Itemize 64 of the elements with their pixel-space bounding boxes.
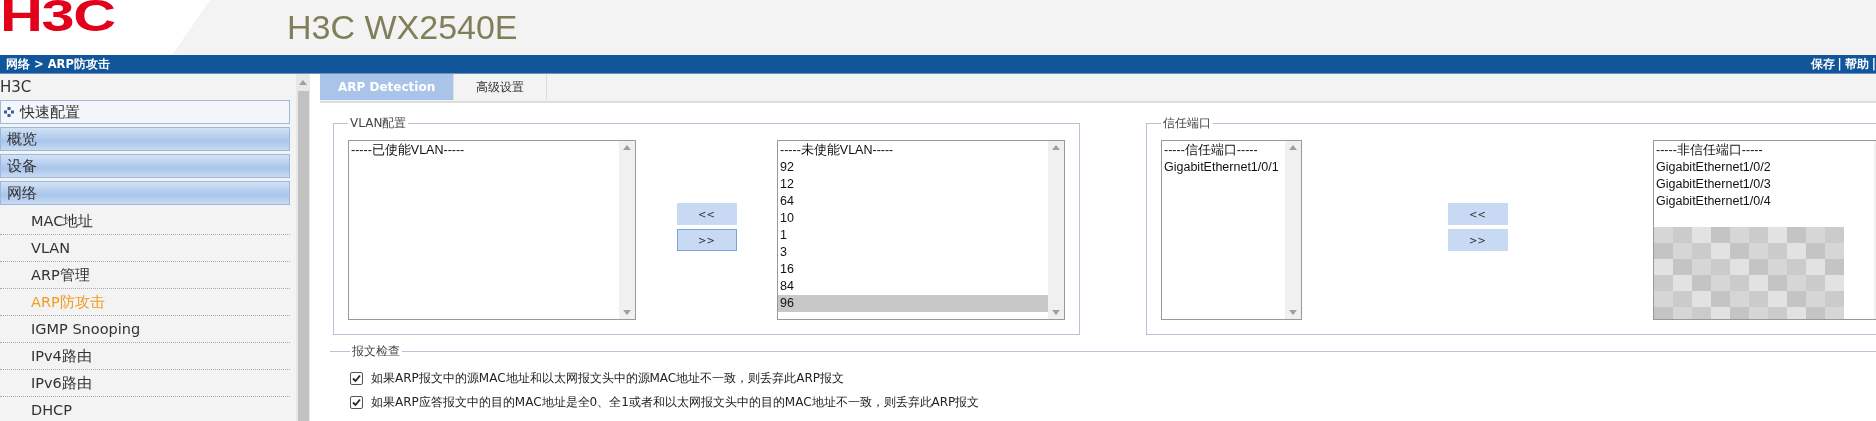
list-box[interactable]: -----信任端口----- GigabitEthernet1/0/1 xyxy=(1161,140,1302,320)
menu-item[interactable]: DHCP xyxy=(0,397,290,421)
nav-link[interactable]: 帮助 xyxy=(1844,56,1869,72)
move-button[interactable]: >> xyxy=(1447,229,1508,251)
panel-legend: 信任端口 xyxy=(1161,115,1213,132)
menu-group[interactable]: 概览 xyxy=(0,127,290,151)
menu-item[interactable]: IPv4路由 xyxy=(0,343,290,370)
scroll-up-icon[interactable] xyxy=(1289,145,1297,150)
list-box[interactable]: -----已使能VLAN----- xyxy=(348,140,636,320)
nav-link[interactable]: 保存 xyxy=(1810,56,1835,72)
menu-item[interactable]: IPv6路由 xyxy=(0,370,290,397)
logo: H3C xyxy=(0,0,115,38)
scroll-up-icon[interactable] xyxy=(299,80,307,85)
scrollbar-thumb[interactable] xyxy=(297,91,309,421)
menu-label: 网络 xyxy=(7,183,37,203)
separator: | xyxy=(1871,56,1876,72)
rule-text: 如果ARP报文中的源MAC地址和以太网报文头中的源MAC地址不一致，则丢弃此ARP报文 xyxy=(371,369,845,387)
move-button[interactable]: << xyxy=(1447,203,1508,225)
scroll-up-icon[interactable] xyxy=(1052,145,1060,150)
list-box[interactable]: -----非信任端口----- GigabitEthernet1/0/2 GigabitEthernet1/0/3 GigabitEthernet1/0/4 xyxy=(1653,140,1876,320)
list-option[interactable]: GigabitEthernet1/0/2 xyxy=(1654,159,1874,176)
list-box[interactable]: -----未使能VLAN----- 92 12 64 10 1 3 16 84 96 xyxy=(777,140,1065,320)
list-option[interactable]: 16 xyxy=(778,261,1048,278)
checkbox[interactable] xyxy=(350,395,363,409)
menu-label: 设备 xyxy=(7,156,37,176)
move-button[interactable]: << xyxy=(676,203,737,225)
menu-item[interactable]: ARP管理 xyxy=(0,262,290,289)
breadcrumb: 网络 > ARP防攻击 xyxy=(6,56,110,72)
list-option[interactable]: 84 xyxy=(778,278,1048,295)
device-title: H3C WX2540E xyxy=(287,8,518,47)
scroll-up-icon[interactable] xyxy=(623,145,631,150)
menu-label: 概览 xyxy=(7,129,37,149)
sidebar-root[interactable]: H3C xyxy=(0,74,296,100)
menu-group[interactable]: 网络 xyxy=(0,181,290,205)
menu-label: 快速配置 xyxy=(20,102,80,122)
checkbox[interactable] xyxy=(350,371,363,385)
list-option[interactable]: 10 xyxy=(778,210,1048,227)
list-option[interactable]: 96 xyxy=(778,295,1048,312)
scroll-down-icon[interactable] xyxy=(1052,310,1060,315)
list-header: -----信任端口----- xyxy=(1163,142,1259,159)
panel-legend: 报文检查 xyxy=(350,343,402,360)
scroll-down-icon[interactable] xyxy=(623,310,631,315)
menu-item[interactable]: IGMP Snooping xyxy=(0,316,290,343)
list-header: -----已使能VLAN----- xyxy=(350,142,466,159)
list-option[interactable]: 12 xyxy=(778,176,1048,193)
diamond-icon xyxy=(4,107,14,117)
list-option[interactable]: 1 xyxy=(778,227,1048,244)
list-header: -----未使能VLAN----- xyxy=(779,142,895,159)
menu-item[interactable]: MAC地址 xyxy=(0,208,290,235)
move-button[interactable]: >> xyxy=(676,229,737,251)
menu-group[interactable]: 设备 xyxy=(0,154,290,178)
panel-legend: VLAN配置 xyxy=(348,115,409,132)
list-option[interactable]: GigabitEthernet1/0/4 xyxy=(1654,193,1874,210)
list-option[interactable]: 3 xyxy=(778,244,1048,261)
separator: | xyxy=(1837,56,1842,72)
list-option[interactable]: GigabitEthernet1/0/1 xyxy=(1162,159,1285,176)
rule-text: 如果ARP应答报文中的目的MAC地址是全0、全1或者和以太网报文头中的目的MAC地址不一致，则丢弃此ARP报文 xyxy=(371,393,980,411)
list-option[interactable]: 92 xyxy=(778,159,1048,176)
menu-group[interactable]: 快速配置 xyxy=(0,100,290,124)
list-option[interactable]: 64 xyxy=(778,193,1048,210)
scroll-down-icon[interactable] xyxy=(1289,310,1297,315)
list-header: -----非信任端口----- xyxy=(1655,142,1764,159)
list-option[interactable]: GigabitEthernet1/0/3 xyxy=(1654,176,1874,193)
menu-item[interactable]: VLAN xyxy=(0,235,290,262)
